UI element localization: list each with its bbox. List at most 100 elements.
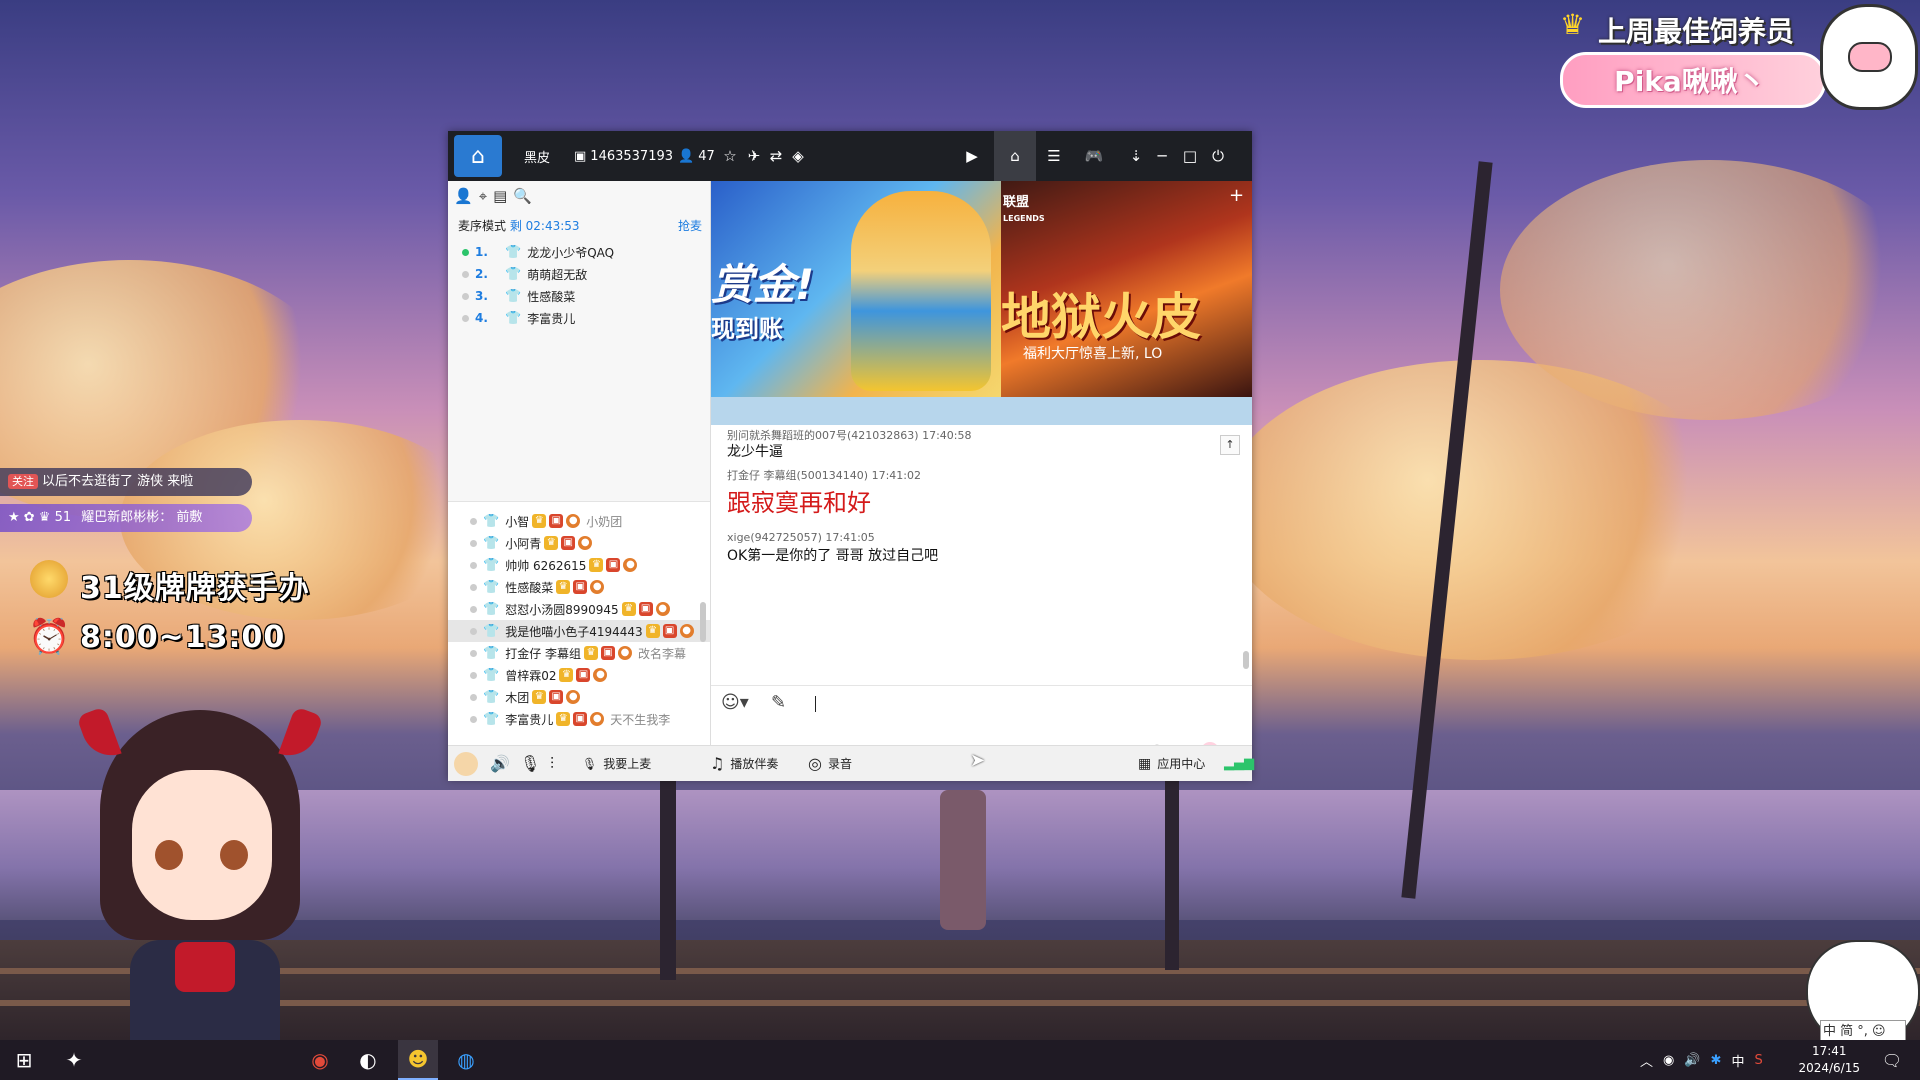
shield-icon[interactable]: ◈ — [786, 144, 810, 168]
volume-icon[interactable]: 🔊 — [1684, 1053, 1700, 1068]
member-row[interactable]: 👕 打金仔 李幕组 ♛ ▣ ● 改名李幕 — [470, 642, 710, 664]
chat-scrollbar[interactable] — [1243, 651, 1249, 669]
status-dot — [470, 693, 477, 701]
status-dot — [462, 270, 469, 278]
member-row[interactable]: 👕 怼怼小汤圆8990945 ♛ ▣ ● — [470, 598, 710, 620]
member-row[interactable]: 👕 性感酸菜 ♛ ▣ ● — [470, 576, 710, 598]
share-icon[interactable]: ⇄ — [764, 144, 788, 168]
equalizer-icon[interactable]: ⫶ — [550, 746, 554, 781]
member-scrollbar[interactable] — [700, 602, 706, 642]
play-accompaniment-button[interactable]: ♫ 播放伴奏 — [710, 746, 778, 781]
favorite-icon[interactable]: ☆ — [718, 144, 742, 168]
member-name: 性感酸菜 — [505, 580, 554, 595]
app-center-button[interactable]: ▦ 应用中心 — [1138, 746, 1205, 781]
chat-ticker-text: 耀巴新郎彬彬： 前敷 — [81, 510, 203, 525]
chat-message: 跟寂寞再和好 — [727, 489, 871, 517]
banner-brand: 联盟 LEGENDS — [1003, 191, 1045, 225]
ime-lang[interactable]: 中 — [1731, 1051, 1744, 1070]
notes-icon[interactable]: ▤ — [493, 187, 507, 209]
member-row[interactable]: 👕 帅帅 6262615 ♛ ▣ ● — [470, 554, 710, 576]
bluetooth-icon[interactable]: ✱ — [1711, 1053, 1722, 1068]
level-badge: 51 — [54, 510, 72, 525]
member-row[interactable]: 👕 木团 ♛ ▣ ● — [470, 686, 710, 708]
standing-figure — [940, 790, 986, 930]
airplane-icon[interactable]: ✈ — [742, 144, 766, 168]
video-icon[interactable]: ▶ — [960, 144, 984, 168]
member-row[interactable]: 👕 小阿青 ♛ ▣ ● — [470, 532, 710, 554]
status-dot — [462, 314, 469, 322]
member-name: 小智 — [505, 514, 530, 529]
room-id: ▣ 1463537193 — [574, 131, 673, 181]
avatar[interactable] — [454, 746, 478, 781]
download-icon[interactable]: ⇣ — [1124, 144, 1148, 168]
member-name: 李富贵儿 — [505, 712, 554, 727]
microphone-icon[interactable]: 🎙 — [520, 746, 540, 781]
medal-badge-icon: ● — [566, 514, 581, 528]
status-dot — [470, 649, 477, 657]
signal-post — [1165, 770, 1179, 970]
shirt-icon: 👕 — [483, 557, 500, 573]
gamepad-icon[interactable]: 🎮 — [1082, 144, 1106, 168]
queue-item[interactable]: 2. 👕 萌萌超无敌 — [462, 264, 587, 284]
record-button[interactable]: ◎ 录音 — [808, 746, 852, 781]
speaker-icon[interactable]: 🔊 — [490, 746, 510, 781]
crown-badge-icon: ♛ — [556, 580, 571, 594]
record-icon: ◎ — [808, 754, 822, 773]
search-icon[interactable]: 🔍 — [513, 187, 532, 209]
schedule-text: 8:00~13:00 — [80, 620, 286, 655]
shirt-icon: 👕 — [505, 288, 522, 304]
grab-mic-button[interactable]: 抢麦 — [678, 217, 702, 234]
follow-ticker-text: 以后不去逛街了 游侠 来啦 — [42, 474, 194, 489]
sticker-icon[interactable]: ✎ — [771, 692, 786, 713]
obs-icon[interactable]: ◐ — [352, 1044, 384, 1076]
queue-name: 龙龙小少爷QAQ — [527, 245, 615, 260]
emoji-icon[interactable]: ☺▾ — [721, 692, 749, 713]
edge-icon[interactable]: ◍ — [450, 1044, 482, 1076]
chat-sender[interactable]: xige(942725057) 17:41:05 — [727, 531, 875, 544]
status-dot — [462, 248, 469, 256]
queue-item[interactable]: 4. 👕 李富贵儿 — [462, 308, 575, 328]
windows-start-icon[interactable]: ⊞ — [8, 1044, 40, 1076]
power-icon[interactable]: ⏻ — [1206, 144, 1230, 168]
clock[interactable]: 17:41 2024/6/15 — [1798, 1043, 1860, 1077]
member-row[interactable]: 👕 我是他喵小色子4194443 ♛ ▣ ● — [448, 620, 710, 642]
network-icon[interactable]: ◉ — [1663, 1053, 1674, 1068]
gift-badge-icon: ▣ — [549, 690, 564, 704]
clock-time: 17:41 — [1811, 1044, 1847, 1058]
list-icon[interactable]: ☰ — [1042, 144, 1066, 168]
location-icon[interactable]: ⌖ — [479, 187, 487, 209]
go-mic-button[interactable]: 🎙 我要上麦 — [582, 746, 651, 781]
go-mic-label: 我要上麦 — [603, 757, 652, 771]
online-count-text: 47 — [698, 148, 715, 164]
home-logo-icon[interactable]: ⌂ — [454, 135, 502, 177]
promo-banner[interactable]: 赏金! 现到账 联盟 LEGENDS 地狱火皮 福利大厅惊喜上新, LO + — [711, 181, 1252, 397]
yy-icon[interactable]: ☻ — [398, 1040, 438, 1080]
chat-sender[interactable]: 打金仔 李幕组(500134140) 17:41:02 — [727, 467, 921, 483]
add-icon[interactable]: + — [1229, 185, 1244, 206]
sogou-icon[interactable]: S — [1754, 1053, 1762, 1068]
member-name: 怼怼小汤圆8990945 — [505, 602, 619, 617]
person-icon[interactable]: 👤 — [454, 187, 473, 209]
notification-icon[interactable]: 🗨 — [1876, 1044, 1908, 1076]
chevron-up-icon[interactable]: ︿ — [1640, 1051, 1653, 1070]
gift-badge-icon: ▣ — [576, 668, 591, 682]
app-icon[interactable]: ✦ — [58, 1044, 90, 1076]
maximize-icon[interactable]: □ — [1178, 144, 1202, 168]
system-tray: ︿ ◉ 🔊 ✱ 中 S — [1640, 1040, 1763, 1080]
browser-icon[interactable]: ◉ — [304, 1044, 336, 1076]
member-row[interactable]: 👕 李富贵儿 ♛ ▣ ● 天不生我李 — [470, 708, 710, 730]
queue-item[interactable]: 3. 👕 性感酸菜 — [462, 286, 575, 306]
scroll-top-button[interactable]: ↑ — [1220, 435, 1240, 455]
minimize-icon[interactable]: ─ — [1150, 144, 1174, 168]
ime-indicator[interactable]: 中 简 °, ☺ — [1820, 1020, 1906, 1042]
medal-badge-icon: ● — [590, 712, 605, 726]
shirt-icon: 👕 — [483, 623, 500, 639]
chat-message: OK第一是你的了 哥哥 放过自己吧 — [727, 548, 939, 564]
member-row[interactable]: 👕 曾梓霖02 ♛ ▣ ● — [470, 664, 710, 686]
home-tab-icon[interactable]: ⌂ — [994, 131, 1036, 181]
member-row[interactable]: 👕 小智 ♛ ▣ ● 小奶团 — [470, 510, 710, 532]
queue-item[interactable]: 1. 👕 龙龙小少爷QAQ — [462, 242, 614, 262]
play-accompaniment-label: 播放伴奏 — [730, 757, 779, 771]
shirt-icon: 👕 — [505, 310, 522, 326]
medal-badge-icon: ● — [566, 690, 581, 704]
